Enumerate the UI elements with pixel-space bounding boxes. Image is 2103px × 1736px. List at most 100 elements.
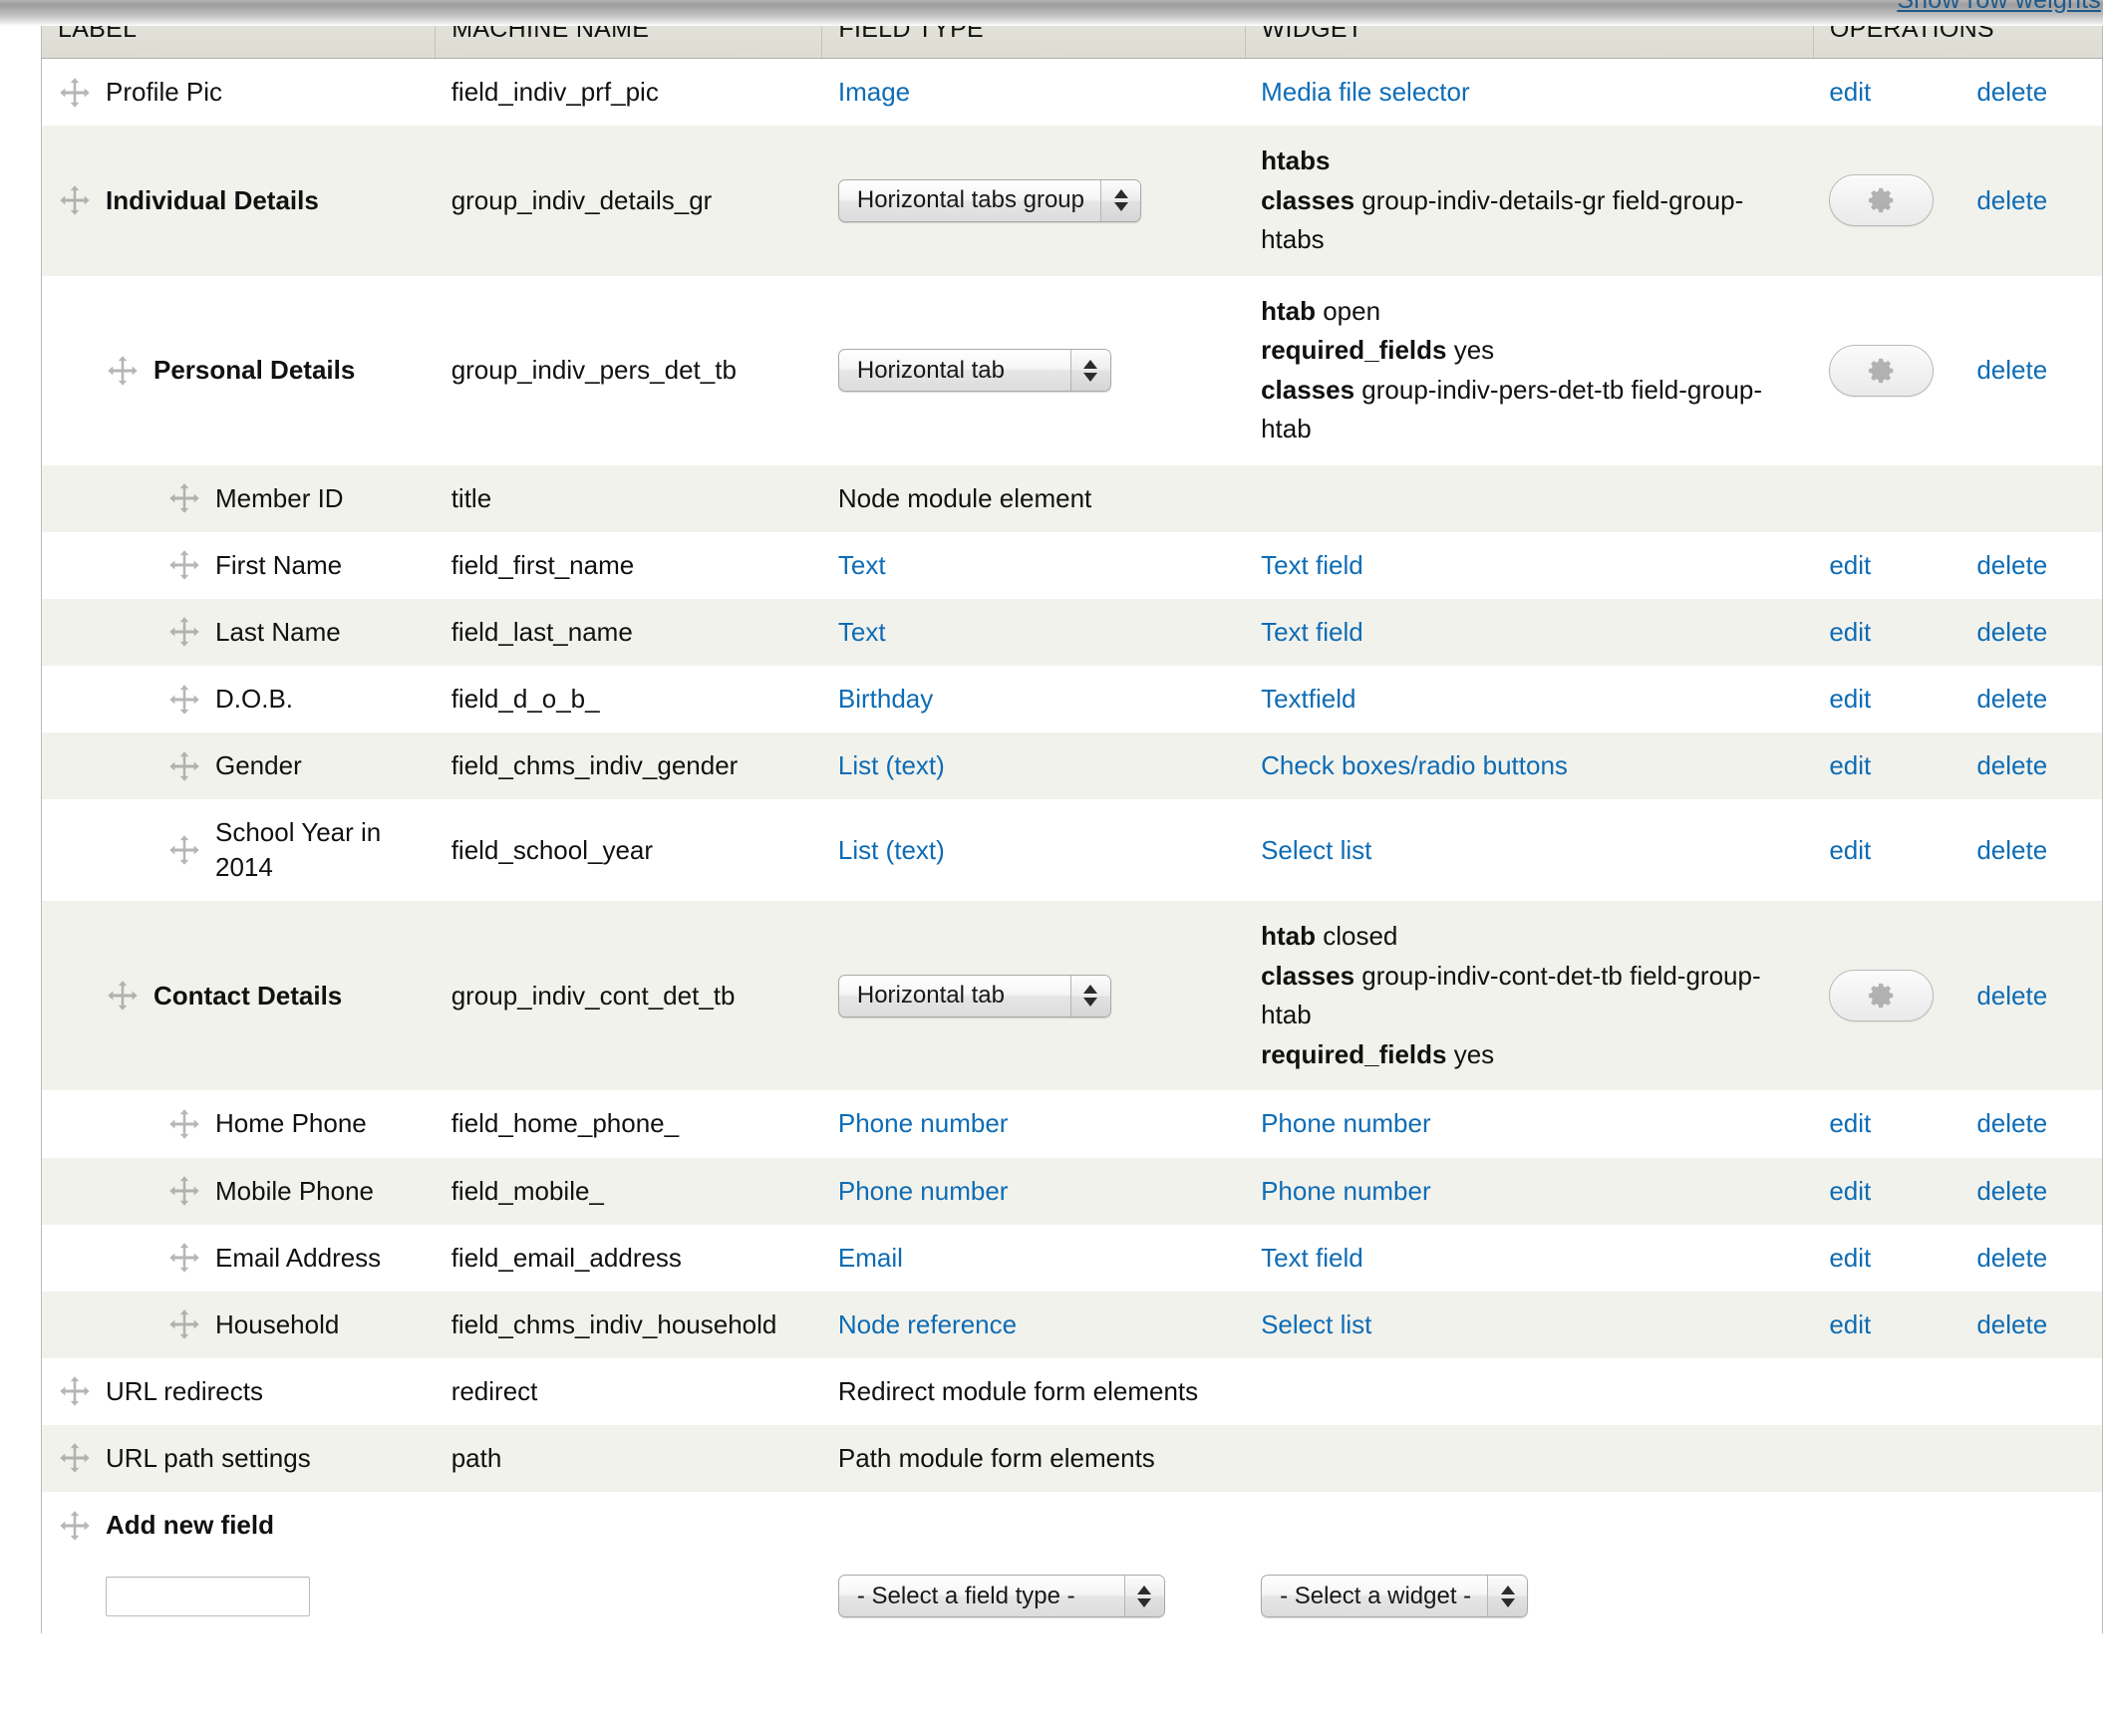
new-field-type-select-stepper-icon[interactable] bbox=[1123, 1576, 1164, 1617]
delete-link[interactable]: delete bbox=[1976, 750, 2047, 780]
field-type-select-stepper-icon[interactable] bbox=[1069, 975, 1110, 1016]
widget-link[interactable]: Media file selector bbox=[1261, 77, 1470, 107]
widget-settings-summary: htabs classes group-indiv-details-gr fiel… bbox=[1261, 142, 1801, 260]
field-type-link[interactable]: Text bbox=[838, 550, 886, 580]
drag-handle-icon[interactable] bbox=[58, 1441, 92, 1475]
table-row[interactable]: Home Phone field_home_phone_ Phone number P… bbox=[41, 1090, 2103, 1158]
edit-link[interactable]: edit bbox=[1829, 684, 1871, 714]
table-row[interactable]: Personal Details group_indiv_pers_det_tb H… bbox=[41, 275, 2103, 465]
field-type-select[interactable]: Horizontal tab bbox=[837, 349, 1111, 393]
drag-handle-icon[interactable] bbox=[58, 76, 92, 110]
field-type-link[interactable]: Node reference bbox=[838, 1309, 1017, 1339]
widget-link[interactable]: Text field bbox=[1261, 1243, 1363, 1273]
show-row-weights-link[interactable]: Show row weights bbox=[1897, 0, 2101, 15]
delete-link[interactable]: delete bbox=[1976, 617, 2047, 647]
table-row[interactable]: Individual Details group_indiv_details_gr… bbox=[41, 126, 2103, 276]
drag-handle-icon[interactable] bbox=[167, 481, 201, 515]
drag-handle-icon[interactable] bbox=[167, 1107, 201, 1141]
widget-link[interactable]: Check boxes/radio buttons bbox=[1261, 750, 1568, 780]
delete-link[interactable]: delete bbox=[1976, 355, 2047, 385]
new-field-type-select[interactable]: - Select a field type - bbox=[837, 1575, 1165, 1618]
delete-link[interactable]: delete bbox=[1976, 550, 2047, 580]
field-type-link[interactable]: List (text) bbox=[838, 835, 945, 865]
drag-handle-icon[interactable] bbox=[167, 1241, 201, 1275]
table-row[interactable]: Member ID title Node module element bbox=[41, 464, 2103, 532]
table-row[interactable]: Household field_chms_indiv_household Node … bbox=[41, 1291, 2103, 1358]
drag-handle-icon[interactable] bbox=[58, 1374, 92, 1408]
widget-link[interactable]: Text field bbox=[1261, 550, 1363, 580]
edit-link[interactable]: edit bbox=[1829, 617, 1871, 647]
drag-handle-icon[interactable] bbox=[167, 1307, 201, 1341]
table-row[interactable]: School Year in 2014 field_school_year List… bbox=[41, 799, 2103, 902]
machine-name: path bbox=[451, 1442, 502, 1473]
field-type-link[interactable]: Birthday bbox=[838, 684, 933, 714]
field-type-link[interactable]: Phone number bbox=[838, 1108, 1009, 1138]
delete-link[interactable]: delete bbox=[1976, 835, 2047, 865]
field-settings-gear-button[interactable] bbox=[1829, 174, 1935, 227]
widget-link[interactable]: Phone number bbox=[1261, 1108, 1431, 1138]
table-row[interactable]: URL redirects redirect Redirect module for… bbox=[41, 1357, 2103, 1425]
drag-handle-icon[interactable] bbox=[167, 833, 201, 867]
drag-handle-icon[interactable] bbox=[58, 1509, 92, 1543]
cell-add-new-field-ops bbox=[1813, 1491, 2103, 1560]
table-row[interactable]: First Name field_first_name Text Text field… bbox=[41, 531, 2103, 599]
table-row[interactable]: Mobile Phone field_mobile_ Phone number Pho… bbox=[41, 1157, 2103, 1225]
field-settings-gear-button[interactable] bbox=[1829, 344, 1935, 397]
edit-link[interactable]: edit bbox=[1829, 750, 1871, 780]
drag-handle-icon[interactable] bbox=[58, 183, 92, 217]
cell-machine-name: field_home_phone_ bbox=[435, 1090, 822, 1158]
delete-link[interactable]: delete bbox=[1976, 1176, 2047, 1206]
field-type-link[interactable]: List (text) bbox=[838, 750, 945, 780]
field-type-link[interactable]: Phone number bbox=[838, 1176, 1009, 1206]
delete-link[interactable]: delete bbox=[1976, 77, 2047, 107]
drag-handle-icon[interactable] bbox=[167, 749, 201, 783]
field-type-select-stepper-icon[interactable] bbox=[1100, 179, 1141, 221]
widget-link[interactable]: Phone number bbox=[1261, 1176, 1431, 1206]
field-settings-gear-button[interactable] bbox=[1829, 970, 1935, 1022]
add-new-field-label: Add new field bbox=[106, 1509, 274, 1540]
delete-link[interactable]: delete bbox=[1976, 981, 2047, 1011]
edit-link[interactable]: edit bbox=[1829, 1176, 1871, 1206]
widget-link[interactable]: Text field bbox=[1261, 617, 1363, 647]
edit-link[interactable]: edit bbox=[1829, 835, 1871, 865]
machine-name: field_first_name bbox=[451, 549, 635, 580]
field-type-select-stepper-icon[interactable] bbox=[1069, 350, 1110, 392]
field-type-link[interactable]: Image bbox=[838, 77, 910, 107]
table-row[interactable]: Email Address field_email_address Email Tex… bbox=[41, 1224, 2103, 1292]
delete-link[interactable]: delete bbox=[1976, 1309, 2047, 1339]
drag-handle-icon[interactable] bbox=[106, 979, 140, 1013]
table-row[interactable]: D.O.B. field_d_o_b_ Birthday Textfield edit d… bbox=[41, 665, 2103, 733]
edit-link[interactable]: edit bbox=[1829, 1243, 1871, 1273]
field-type-link[interactable]: Email bbox=[838, 1243, 903, 1273]
table-row[interactable]: URL path settings path Path module form el… bbox=[41, 1424, 2103, 1492]
edit-link[interactable]: edit bbox=[1829, 1108, 1871, 1138]
cell-machine-name: group_indiv_pers_det_tb bbox=[435, 275, 822, 465]
new-field-widget-select-stepper-icon[interactable] bbox=[1487, 1576, 1528, 1617]
edit-link[interactable]: edit bbox=[1829, 1309, 1871, 1339]
delete-link[interactable]: delete bbox=[1976, 684, 2047, 714]
table-row[interactable]: Profile Pic field_indiv_prf_pic Image Media… bbox=[41, 58, 2103, 127]
table-row[interactable]: Last Name field_last_name Text Text field ed… bbox=[41, 598, 2103, 666]
field-type-select[interactable]: Horizontal tab bbox=[837, 974, 1111, 1017]
edit-link[interactable]: edit bbox=[1829, 77, 1871, 107]
new-field-label-input[interactable] bbox=[106, 1576, 310, 1616]
drag-handle-icon[interactable] bbox=[167, 683, 201, 717]
delete-link[interactable]: delete bbox=[1976, 185, 2047, 215]
edit-link[interactable]: edit bbox=[1829, 550, 1871, 580]
widget-link[interactable]: Select list bbox=[1261, 835, 1371, 865]
delete-link[interactable]: delete bbox=[1976, 1108, 2047, 1138]
cell-field-type: Horizontal tabs group bbox=[821, 126, 1246, 276]
field-type-link[interactable]: Text bbox=[838, 617, 886, 647]
drag-handle-icon[interactable] bbox=[106, 354, 140, 388]
drag-handle-icon[interactable] bbox=[167, 1174, 201, 1208]
widget-link[interactable]: Select list bbox=[1261, 1309, 1371, 1339]
cell-field-type: Node reference bbox=[821, 1291, 1246, 1358]
field-type-select[interactable]: Horizontal tabs group bbox=[837, 178, 1142, 222]
table-row[interactable]: Gender field_chms_indiv_gender List (text)… bbox=[41, 732, 2103, 800]
delete-link[interactable]: delete bbox=[1976, 1243, 2047, 1273]
drag-handle-icon[interactable] bbox=[167, 615, 201, 649]
table-row[interactable]: Contact Details group_indiv_cont_det_tb Ho… bbox=[41, 901, 2103, 1091]
widget-link[interactable]: Textfield bbox=[1261, 684, 1355, 714]
drag-handle-icon[interactable] bbox=[167, 548, 201, 582]
new-field-widget-select[interactable]: - Select a widget - bbox=[1261, 1575, 1529, 1618]
